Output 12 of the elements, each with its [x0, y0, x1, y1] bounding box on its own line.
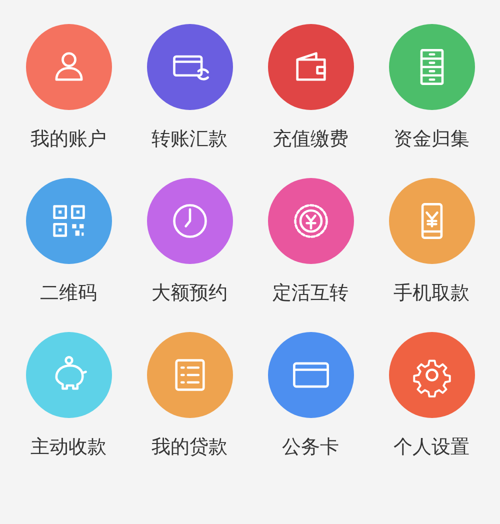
menu-label: 大额预约	[152, 281, 228, 306]
menu-label: 我的账户	[30, 127, 106, 152]
menu-label: 充值缴费	[272, 127, 348, 152]
menu-label: 手机取款	[394, 281, 470, 306]
menu-label: 公务卡	[282, 435, 339, 460]
menu-label: 二维码	[40, 281, 97, 306]
menu-label: 资金归集	[394, 127, 470, 152]
menu-label: 我的贷款	[152, 435, 228, 460]
menu-label: 个人设置	[394, 435, 470, 460]
menu-label: 主动收款	[30, 435, 106, 460]
menu-label: 转账汇款	[152, 127, 228, 152]
menu-label: 定活互转	[272, 281, 348, 306]
